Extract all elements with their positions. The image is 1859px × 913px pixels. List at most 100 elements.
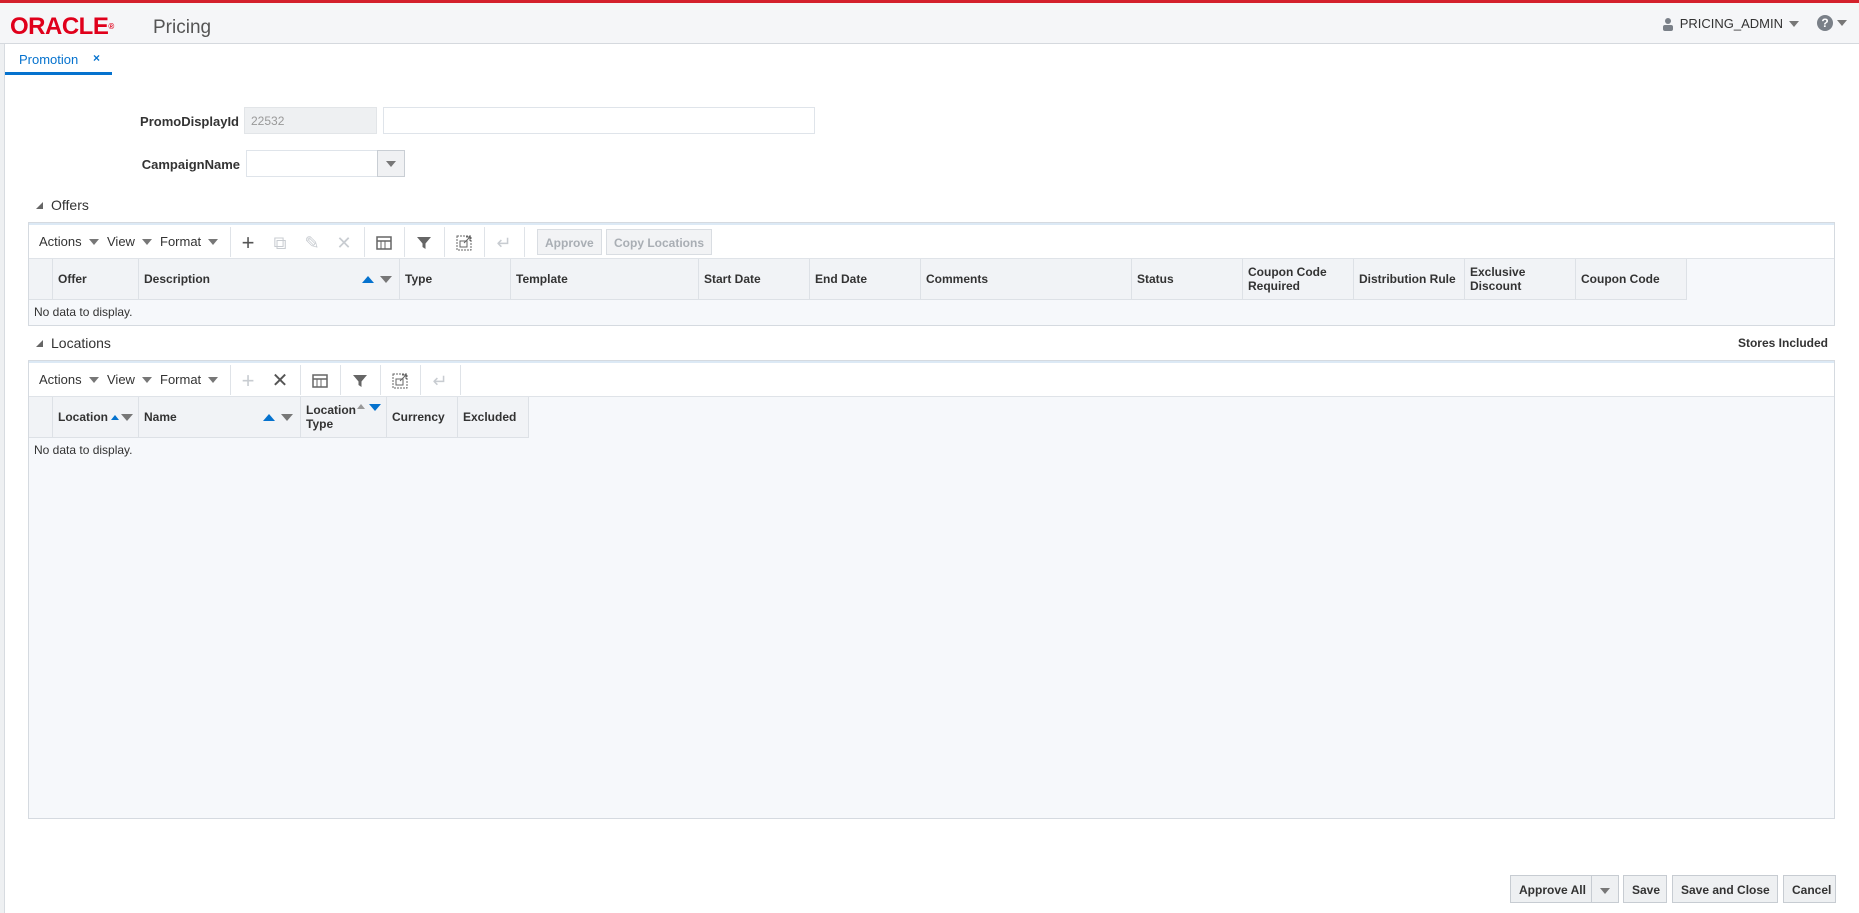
column-header-name[interactable]: Name: [139, 397, 301, 438]
campaign-dropdown-button[interactable]: [377, 150, 405, 177]
column-header[interactable]: Excluded: [458, 397, 529, 438]
save-button[interactable]: Save: [1623, 875, 1667, 903]
toolbar-separator: [300, 365, 301, 395]
column-header-label: Description: [144, 272, 211, 286]
sort-ascending-icon[interactable]: [263, 413, 275, 421]
column-header[interactable]: Coupon Code Required: [1243, 259, 1354, 300]
column-header[interactable]: Type: [400, 259, 511, 300]
locations-title: Locations: [51, 335, 111, 351]
chevron-down-icon: [1600, 887, 1610, 894]
save-and-close-button[interactable]: Save and Close: [1672, 875, 1778, 903]
column-header[interactable]: End Date: [810, 259, 921, 300]
locations-table-header: Location Name Location Type Currency Exc…: [29, 397, 529, 438]
locations-actions-menu[interactable]: Actions: [39, 372, 99, 387]
detach-icon[interactable]: [390, 371, 410, 391]
column-header[interactable]: Comments: [921, 259, 1132, 300]
menu-label: View: [107, 372, 135, 387]
menu-label: Format: [160, 372, 202, 387]
locations-format-menu[interactable]: Format: [160, 372, 219, 387]
sort-descending-icon[interactable]: [121, 413, 133, 421]
approve-button[interactable]: Approve: [537, 229, 602, 255]
sort-ascending-icon[interactable]: [111, 414, 119, 420]
filter-icon[interactable]: [350, 371, 370, 391]
chevron-down-icon: [1789, 21, 1799, 27]
approve-all-button[interactable]: Approve All: [1510, 875, 1592, 903]
column-header-label: Location: [58, 410, 108, 424]
column-header[interactable]: Start Date: [699, 259, 810, 300]
locations-toolbar: Actions View Format + ✕ ↵: [29, 361, 1834, 397]
filter-icon[interactable]: [414, 233, 434, 253]
column-header[interactable]: Status: [1132, 259, 1243, 300]
toolbar-separator: [460, 365, 461, 395]
wrap-icon[interactable]: ↵: [430, 371, 450, 391]
delete-icon[interactable]: ✕: [270, 371, 290, 391]
offers-actions-menu[interactable]: Actions: [39, 234, 99, 249]
toolbar-separator: [340, 365, 341, 395]
offers-format-menu[interactable]: Format: [160, 234, 219, 249]
offers-section-header[interactable]: Offers: [36, 197, 89, 213]
help-menu[interactable]: ?: [1817, 15, 1847, 31]
duplicate-icon[interactable]: ⧉: [270, 233, 290, 253]
freeze-icon[interactable]: [310, 371, 330, 391]
toolbar-separator: [444, 227, 445, 257]
chevron-down-icon: [208, 238, 219, 245]
column-header[interactable]: Coupon Code: [1576, 259, 1687, 300]
offers-table-header: Offer Description Type Template Start Da…: [29, 259, 1687, 300]
column-header[interactable]: Offer: [53, 259, 139, 300]
column-header[interactable]: Distribution Rule: [1354, 259, 1465, 300]
sort-descending-icon[interactable]: [281, 413, 293, 421]
cancel-button[interactable]: Cancel: [1783, 875, 1836, 903]
sort-descending-icon[interactable]: [369, 404, 381, 411]
column-header-location-type[interactable]: Location Type: [301, 397, 387, 438]
campaign-name-select[interactable]: [246, 150, 378, 177]
promo-display-id-label: PromoDisplayId: [140, 114, 239, 129]
locations-empty-message: No data to display.: [34, 443, 133, 457]
approve-all-dropdown-button[interactable]: [1591, 875, 1619, 903]
copy-locations-button[interactable]: Copy Locations: [606, 229, 713, 255]
column-header[interactable]: Template: [511, 259, 699, 300]
column-header[interactable]: Currency: [387, 397, 458, 438]
promo-display-id-field: 22532: [244, 107, 377, 134]
toolbar-separator: [420, 365, 421, 395]
collapse-icon: [36, 201, 43, 209]
toolbar-separator: [404, 227, 405, 257]
chevron-down-icon: [386, 161, 396, 167]
tab-label: Promotion: [19, 52, 79, 67]
collapse-icon: [36, 339, 43, 347]
column-header[interactable]: Exclusive Discount: [1465, 259, 1576, 300]
locations-view-menu[interactable]: View: [107, 372, 152, 387]
chevron-down-icon: [1837, 20, 1847, 26]
menu-label: Format: [160, 234, 202, 249]
column-header-label: Name: [144, 410, 177, 424]
user-menu[interactable]: PRICING_ADMIN: [1662, 15, 1799, 33]
promo-description-field[interactable]: [383, 107, 815, 134]
detach-icon[interactable]: [454, 233, 474, 253]
wrap-icon[interactable]: ↵: [494, 233, 514, 253]
tab-promotion[interactable]: Promotion ×: [5, 44, 112, 75]
offers-title: Offers: [51, 197, 89, 213]
chevron-down-icon: [208, 376, 219, 383]
offers-view-menu[interactable]: View: [107, 234, 152, 249]
add-icon[interactable]: +: [238, 370, 258, 392]
locations-section-header[interactable]: Locations: [36, 335, 111, 351]
app-header: ORACLE® Pricing PRICING_ADMIN ?: [0, 3, 1859, 44]
sort-ascending-icon[interactable]: [357, 404, 365, 409]
sort-ascending-icon[interactable]: [362, 275, 374, 283]
menu-label: Actions: [39, 234, 82, 249]
toolbar-separator: [484, 227, 485, 257]
column-header-description[interactable]: Description: [139, 259, 400, 300]
chevron-down-icon: [141, 376, 152, 383]
sort-descending-icon[interactable]: [380, 275, 392, 283]
add-icon[interactable]: +: [238, 232, 258, 254]
column-header-location[interactable]: Location: [53, 397, 139, 438]
locations-table-panel: Actions View Format + ✕ ↵ Location Name: [28, 360, 1835, 819]
freeze-icon[interactable]: [374, 233, 394, 253]
edit-icon[interactable]: ✎: [302, 233, 322, 253]
close-icon[interactable]: ×: [93, 51, 100, 65]
chevron-down-icon: [88, 238, 99, 245]
delete-icon[interactable]: ✕: [334, 233, 354, 253]
toolbar-separator: [380, 365, 381, 395]
row-header-cell: [29, 259, 53, 300]
user-icon: [1662, 18, 1673, 31]
app-name: Pricing: [153, 17, 212, 38]
